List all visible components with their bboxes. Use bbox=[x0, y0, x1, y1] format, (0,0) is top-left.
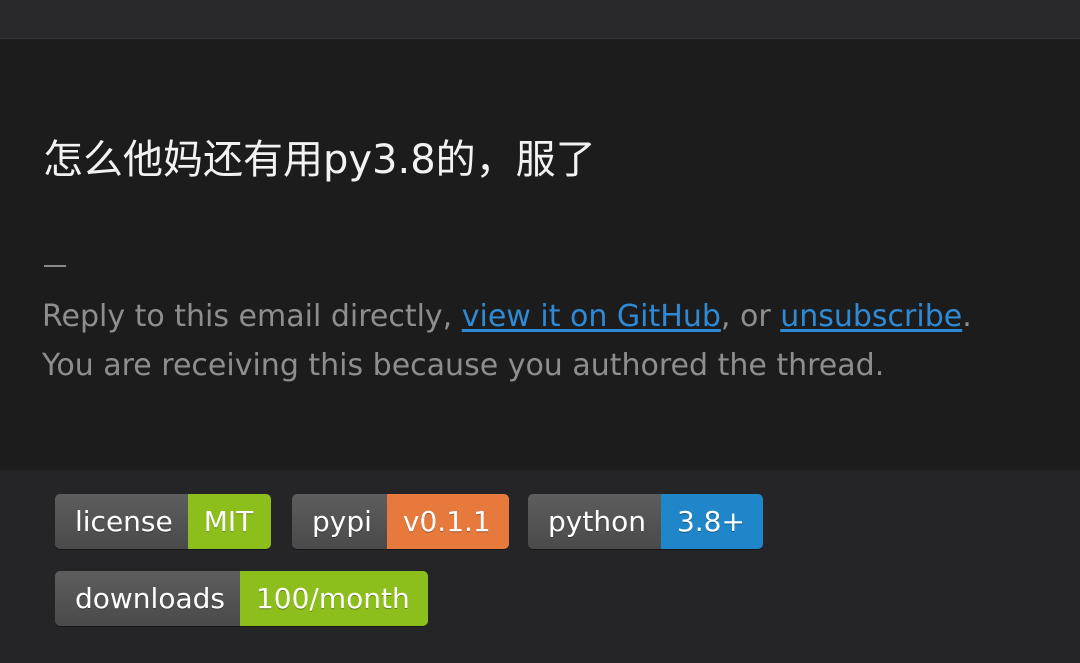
notification-reason: You are receiving this because you autho… bbox=[42, 348, 885, 383]
badge-value: 100/month bbox=[239, 571, 428, 626]
reply-mid-text: , or bbox=[720, 299, 781, 334]
email-body bbox=[0, 39, 1080, 470]
pypi-badge[interactable]: pypi v0.1.1 bbox=[292, 494, 509, 549]
view-on-github-link[interactable]: view it on GitHub bbox=[462, 299, 721, 334]
badge-value: MIT bbox=[187, 494, 272, 549]
message-text: 怎么他妈还有用py3.8的，服了 bbox=[43, 137, 596, 183]
badge-label: pypi bbox=[292, 494, 387, 549]
downloads-badge[interactable]: downloads 100/month bbox=[55, 571, 428, 626]
reply-line: Reply to this email directly, view it on… bbox=[42, 297, 972, 337]
badge-area: license MIT pypi v0.1.1 python 3.8+ down… bbox=[0, 470, 1080, 663]
reply-prefix: Reply to this email directly, bbox=[42, 299, 462, 334]
unsubscribe-link[interactable]: unsubscribe bbox=[780, 299, 962, 334]
badge-label: license bbox=[55, 494, 188, 549]
badge-value: v0.1.1 bbox=[386, 494, 509, 549]
reply-end-text: . bbox=[962, 299, 972, 334]
badge-label: python bbox=[528, 494, 661, 549]
top-bar bbox=[0, 0, 1080, 39]
license-badge[interactable]: license MIT bbox=[55, 494, 272, 549]
badge-value: 3.8+ bbox=[660, 494, 763, 549]
badge-label: downloads bbox=[55, 571, 240, 626]
signature-separator bbox=[44, 265, 66, 267]
python-badge[interactable]: python 3.8+ bbox=[528, 494, 763, 549]
